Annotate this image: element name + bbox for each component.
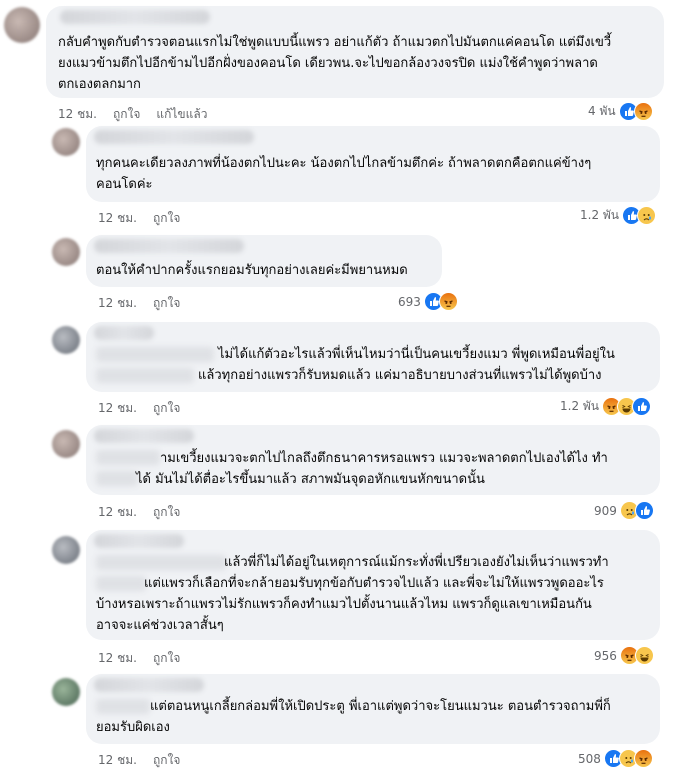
like-link[interactable]: ถูกใจ: [153, 209, 180, 228]
comment-text-line: แล้วทุกอย่างแพรวก็รับหมดแล้ว แค่มาอธิบาย…: [198, 368, 602, 383]
comment-text-line: ทุกคนคะเดียวลงภาพที่น้องตกไปนะคะ น้องตกไ…: [96, 156, 592, 171]
comment-text-line: ได้ มันไม่ได้ตื่อะไรขึ้นมาแล้ว สภาพมันจุ…: [136, 472, 485, 487]
comment-text-line: แต่ตอนหนูเกลี้ยกล่อมพี่ให้เปิดประตู พี่เ…: [150, 699, 611, 714]
comment-meta: 12 ชม. ถูกใจ: [98, 399, 180, 418]
haha-icon: [634, 646, 654, 665]
like-link[interactable]: ถูกใจ: [153, 751, 180, 770]
reaction-summary[interactable]: 909: [594, 501, 654, 520]
comment-text-line: กลับคำพูดกับตำรวจตอนแรกไม่ใช่พูดแบบนี้แพ…: [58, 35, 612, 50]
comment-text-line: ตอนให้คำปากครั้งแรกยอมรับทุกอย่างเลยค่ะม…: [96, 263, 408, 278]
redacted-text: [96, 368, 194, 383]
comment-meta: 12 ชม. ถูกใจ: [98, 649, 180, 668]
comment-timestamp[interactable]: 12 ชม.: [98, 649, 137, 668]
commenter-name-blurred[interactable]: [94, 534, 184, 548]
commenter-name-blurred[interactable]: [94, 130, 254, 144]
commenter-avatar[interactable]: [52, 678, 80, 706]
comment-timestamp[interactable]: 12 ชม.: [98, 294, 137, 313]
commenter-avatar[interactable]: [52, 326, 80, 354]
comment-meta: 12 ชม. ถูกใจ: [98, 294, 180, 313]
commenter-avatar[interactable]: [52, 238, 80, 266]
like-link[interactable]: ถูกใจ: [153, 649, 180, 668]
comment-timestamp[interactable]: 12 ชม.: [98, 503, 137, 522]
commenter-avatar[interactable]: [52, 536, 80, 564]
comment-text-line: ยงแมวข้ามตึกไปอีกข้ามไปอีกฝั่งของคอนโด เ…: [58, 56, 598, 71]
commenter-name-blurred[interactable]: [94, 678, 204, 692]
reaction-summary[interactable]: 4 พัน: [588, 102, 653, 121]
redacted-text: [96, 347, 214, 362]
sad-icon: [637, 206, 657, 225]
reaction-count: 693: [398, 294, 421, 309]
like-link[interactable]: ถูกใจ: [113, 105, 140, 124]
comment-text-line: บ้างหรอเพราะถ้าแพรวไม่รักแพรวก็คงทำแมวไป…: [96, 597, 592, 612]
commenter-name-blurred[interactable]: [60, 10, 210, 24]
angry-icon: [633, 749, 653, 768]
reaction-count: 1.2 พัน: [560, 399, 600, 413]
redacted-text: [96, 555, 226, 570]
like-link[interactable]: ถูกใจ: [153, 503, 180, 522]
reaction-count: 909: [594, 503, 617, 518]
commenter-avatar[interactable]: [52, 430, 80, 458]
comment-text-line: แล้วพี่ก็ไม่ได้อยู่ในเหตุการณ์แม้กระทั่ง…: [224, 555, 609, 570]
comment-text-line: คอนโดค่ะ: [96, 177, 153, 192]
redacted-text: [96, 471, 138, 486]
like-icon: [634, 501, 654, 520]
comment-meta: 12 ชม. ถูกใจ แก้ไขแล้ว: [58, 105, 207, 124]
angry-icon: [633, 102, 653, 121]
comment-text-line: อาจจะแค่ช่วงเวลาสั้นๆ: [96, 618, 224, 633]
commenter-name-blurred[interactable]: [94, 326, 154, 340]
comment-text-line: ตกเองตลกมาก: [58, 77, 141, 92]
comment-meta: 12 ชม. ถูกใจ: [98, 209, 180, 228]
comment-text-line: แต่แพรวก็เลือกที่จะกล้ายอมรับทุกข้อกับตำ…: [144, 576, 604, 591]
comment-meta: 12 ชม. ถูกใจ: [98, 751, 180, 770]
reaction-count: 1.2 พัน: [580, 208, 620, 222]
reaction-count: 956: [594, 648, 617, 663]
redacted-text: [96, 450, 160, 465]
reaction-summary[interactable]: 956: [594, 646, 654, 665]
comment-text-line: ยอมรับผิดเอง: [96, 720, 170, 735]
commenter-avatar[interactable]: [52, 128, 80, 156]
commenter-name-blurred[interactable]: [94, 429, 194, 443]
commenter-name-blurred[interactable]: [94, 239, 244, 253]
comment-timestamp[interactable]: 12 ชม.: [98, 751, 137, 770]
comment-timestamp[interactable]: 12 ชม.: [98, 399, 137, 418]
edited-label[interactable]: แก้ไขแล้ว: [156, 105, 207, 124]
reaction-summary[interactable]: 1.2 พัน: [560, 397, 652, 416]
reaction-count: 4 พัน: [588, 104, 616, 118]
redacted-text: [96, 699, 150, 714]
like-icon: [632, 397, 652, 416]
reaction-summary[interactable]: 693: [398, 292, 458, 311]
comment-timestamp[interactable]: 12 ชม.: [58, 105, 97, 124]
reaction-count: 508: [578, 751, 601, 766]
like-link[interactable]: ถูกใจ: [153, 399, 180, 418]
like-link[interactable]: ถูกใจ: [153, 294, 180, 313]
reaction-summary[interactable]: 508: [578, 749, 653, 768]
angry-icon: [438, 292, 458, 311]
comment-timestamp[interactable]: 12 ชม.: [98, 209, 137, 228]
comment-meta: 12 ชม. ถูกใจ: [98, 503, 180, 522]
redacted-text: [96, 576, 146, 591]
comment-text-line: ามเขวี้ยงแมวจะตกไปไกลถึงตึกธนาคารหรอแพรว…: [160, 451, 608, 466]
commenter-avatar[interactable]: [4, 7, 40, 43]
reaction-summary[interactable]: 1.2 พัน: [580, 206, 657, 225]
comment-text-line: ไม่ได้แก้ตัวอะไรแล้วพี่เห็นไหมว่านี่เป็น…: [218, 347, 615, 362]
